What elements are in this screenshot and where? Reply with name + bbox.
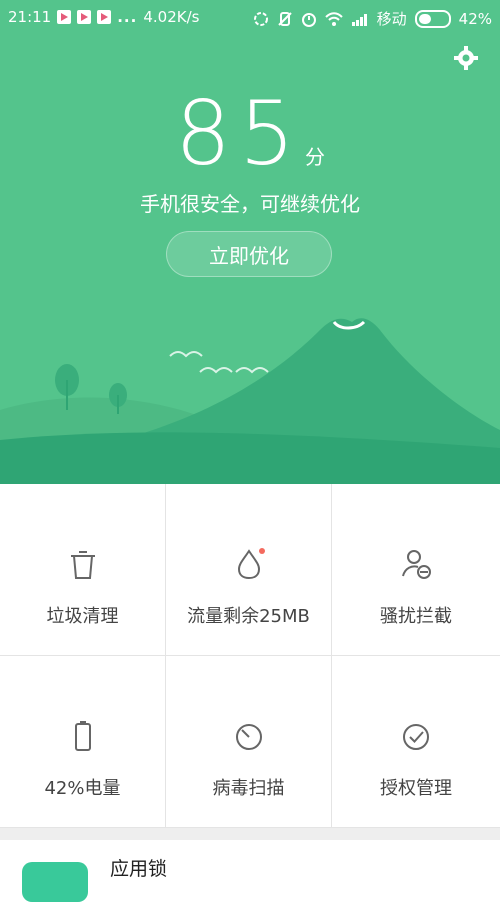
score-unit: 分 — [304, 145, 325, 169]
tool-label: 垃圾清理 — [46, 606, 119, 627]
safety-status-text: 手机很安全，可继续优化 — [140, 192, 360, 216]
settings-gear-icon[interactable] — [452, 44, 480, 72]
tool-permissions[interactable]: 授权管理 — [332, 656, 500, 828]
sync-icon — [253, 11, 268, 26]
score-value: 85 — [175, 82, 303, 185]
app-lock-label: 应用锁 — [110, 858, 168, 880]
alarm-icon — [301, 12, 316, 27]
battery-percent: 42% — [458, 9, 492, 28]
status-time: 21:11 — [8, 8, 52, 26]
section-divider — [0, 828, 500, 840]
tool-harassment-block[interactable]: 骚扰拦截 — [332, 484, 500, 656]
alert-dot — [258, 548, 265, 554]
permission-check-icon — [403, 724, 429, 750]
optimize-button[interactable]: 立即优化 — [166, 231, 332, 277]
status-bar: 21:11 ... 4.02K/s 移动 42% — [0, 0, 500, 36]
tool-battery[interactable]: 42%电量 — [0, 656, 166, 828]
more-notifications-dots: ... — [117, 8, 138, 26]
tool-cleanup[interactable]: 垃圾清理 — [0, 484, 166, 656]
wifi-icon — [324, 11, 343, 26]
tool-label: 授权管理 — [380, 778, 452, 799]
tool-virus-scan[interactable]: 病毒扫描 — [166, 656, 332, 828]
block-user-icon — [402, 550, 431, 579]
network-speed: 4.02K/s — [143, 8, 200, 26]
data-drop-icon — [237, 548, 265, 580]
trash-icon — [70, 551, 95, 579]
tool-label: 42%电量 — [44, 778, 121, 799]
play-icon — [77, 10, 92, 24]
tool-label: 流量剩余25MB — [187, 606, 310, 627]
battery-icon — [414, 9, 451, 28]
virus-scan-icon — [235, 724, 262, 750]
mute-icon — [277, 11, 292, 26]
tools-grid: 垃圾清理 流量剩余25MB 骚扰拦截 42%电量 病毒扫描 授权管理 — [0, 484, 500, 828]
app-lock-icon — [22, 862, 88, 902]
status-left: 21:11 ... 4.02K/s — [8, 8, 199, 26]
tool-label: 病毒扫描 — [212, 778, 285, 799]
play-icon — [57, 10, 72, 24]
hero-panel: 21:11 ... 4.02K/s 移动 42% 85 分 手机很安全，可继续优化… — [0, 0, 500, 484]
battery-fill — [418, 13, 431, 24]
tool-data-remaining[interactable]: 流量剩余25MB — [166, 484, 332, 656]
status-right: 移动 42% — [253, 8, 492, 29]
app-lock-row[interactable]: 应用锁 — [0, 840, 500, 902]
carrier-label: 移动 — [376, 10, 407, 28]
safety-score: 85 分 — [0, 90, 500, 178]
play-icon — [97, 10, 112, 24]
tool-label: 骚扰拦截 — [380, 606, 452, 627]
signal-icon — [351, 13, 367, 26]
battery-level-icon — [74, 721, 91, 751]
